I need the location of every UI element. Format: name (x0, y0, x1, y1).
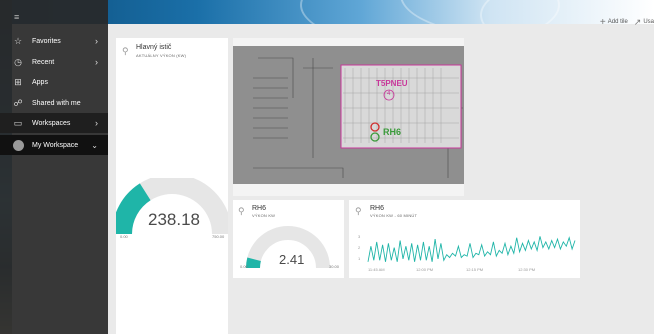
nav-item-label: Recent (32, 58, 55, 66)
nav-item-label: Shared with me (32, 99, 81, 107)
usage-chart-icon: ↗ (633, 16, 642, 27)
nav-item-apps[interactable]: ⊞ Apps (0, 72, 108, 92)
tile-subtitle: AKTUÁLNY VÝKON (KW) (136, 53, 187, 58)
chevron-right-icon: › (95, 57, 98, 67)
dashboard-actions: + Add tile ↗ Usa (600, 12, 654, 32)
rh-label: RH6 (383, 127, 402, 137)
series-line (367, 236, 576, 262)
usage-button[interactable]: ↗ Usa (634, 17, 654, 28)
y-tick-label: 3 (358, 234, 361, 239)
nav-item-label: My Workspace (32, 141, 79, 149)
nav-item-shared[interactable]: ☍ Shared with me (0, 93, 108, 113)
gauge-fill (116, 183, 151, 235)
nav-item-my-workspace[interactable]: My Workspace ⌄ (0, 135, 108, 155)
star-icon: ☆ (13, 35, 23, 46)
nav-item-label: Apps (32, 78, 48, 86)
apps-icon: ⊞ (14, 76, 22, 87)
tile-title: RH6 (252, 205, 267, 212)
pin-icon: ⚲ (122, 46, 129, 56)
nav-item-label: Favorites (32, 37, 61, 45)
usage-label: Usa (643, 19, 654, 25)
gauge-value: 2.41 (279, 252, 305, 267)
nav-item-workspaces[interactable]: ▭ Workspaces › (0, 113, 108, 133)
navigation-pane: ≡ ☆ Favorites › ◷ Recent › ⊞ Apps ☍ Shar… (0, 0, 108, 334)
x-tick-label: 12:30 PM (518, 267, 536, 272)
nav-item-label: Workspaces (32, 119, 71, 127)
tile-main-breaker[interactable]: ⚲ Hlavný istič AKTUÁLNY VÝKON (KW) 238.1… (116, 38, 228, 334)
gauge-chart (246, 226, 330, 269)
add-tile-label: Add tile (607, 19, 628, 25)
plus-icon: + (599, 16, 606, 28)
line-chart (367, 236, 576, 262)
gauge-max: 30.00 (329, 264, 340, 269)
add-tile-button[interactable]: + Add tile (600, 17, 628, 28)
tile-subtitle: VÝKON KW (252, 213, 276, 218)
gauge-max: 750.00 (212, 234, 225, 239)
x-tick-label: 12:15 PM (466, 267, 484, 272)
y-tick-label: 2 (358, 245, 361, 250)
workspaces-icon: ▭ (13, 117, 23, 128)
nav-item-favorites[interactable]: ☆ Favorites › (0, 31, 108, 51)
pin-icon: ⚲ (238, 206, 245, 216)
clock-icon: ◷ (14, 56, 22, 67)
chevron-right-icon: › (95, 118, 98, 128)
gauge-value: 238.18 (148, 210, 200, 229)
tile-rh6-line[interactable]: ⚲ RH6 VÝKON KW - 60 MINÚT 3 2 1 11:45 AM… (349, 200, 580, 278)
pin-icon: ⚲ (355, 206, 362, 216)
floor-plan-image (233, 46, 464, 184)
tile-subtitle: VÝKON KW - 60 MINÚT (370, 213, 418, 218)
chevron-right-icon: › (95, 36, 98, 46)
shared-icon: ☍ (13, 97, 23, 108)
hamburger-icon[interactable]: ≡ (14, 12, 19, 22)
avatar (13, 139, 24, 151)
tile-title: RH6 (370, 205, 385, 212)
zone-number: 4 (387, 91, 391, 97)
tile-rh6-gauge[interactable]: ⚲ RH6 VÝKON KW 2.41 0.00 30.00 (233, 200, 344, 278)
y-tick-label: 1 (358, 256, 361, 261)
x-tick-label: 12:00 PM (416, 267, 434, 272)
chevron-down-icon: ⌄ (91, 140, 98, 150)
gauge-fill (246, 257, 261, 269)
gauge-min: 0.00 (240, 264, 248, 269)
nav-item-recent[interactable]: ◷ Recent › (0, 52, 108, 72)
zone-label: T5PNEU (376, 79, 408, 88)
gauge-min: 0.00 (120, 234, 128, 239)
tile-floor-plan[interactable]: T5PNEU 4 RH6 (233, 38, 464, 196)
x-tick-label: 11:45 AM (368, 267, 385, 272)
tile-title: Hlavný istič (136, 44, 172, 51)
